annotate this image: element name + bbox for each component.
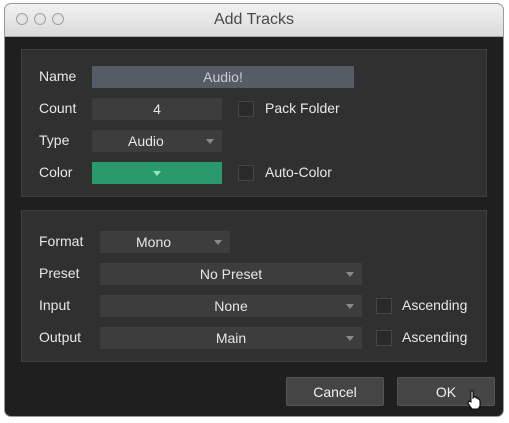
output-ascending-label: Ascending bbox=[402, 329, 468, 345]
count-input[interactable]: 4 bbox=[92, 98, 222, 120]
format-select[interactable]: Mono bbox=[100, 231, 230, 253]
chevron-down-icon bbox=[214, 240, 222, 245]
format-value: Mono bbox=[136, 234, 172, 250]
track-settings-panel: Name Audio! Count 4 Pack Folder Type Aud… bbox=[21, 49, 487, 197]
chevron-down-icon bbox=[346, 272, 354, 277]
color-picker[interactable] bbox=[92, 162, 222, 184]
input-value: None bbox=[214, 298, 248, 314]
output-select[interactable]: Main bbox=[100, 327, 362, 349]
output-value: Main bbox=[215, 330, 247, 346]
preset-select[interactable]: No Preset bbox=[100, 263, 362, 285]
chevron-down-icon bbox=[346, 304, 354, 309]
add-tracks-dialog: Add Tracks Name Audio! Count 4 Pack Fold… bbox=[5, 4, 503, 416]
type-select[interactable]: Audio bbox=[92, 130, 222, 152]
cancel-button[interactable]: Cancel bbox=[286, 377, 384, 406]
output-ascending-checkbox[interactable] bbox=[376, 330, 392, 346]
input-ascending-checkbox[interactable] bbox=[376, 298, 392, 314]
auto-color-label: Auto-Color bbox=[265, 164, 332, 180]
pack-folder-label: Pack Folder bbox=[265, 100, 340, 116]
chevron-down-icon bbox=[206, 139, 214, 144]
input-select[interactable]: None bbox=[100, 295, 362, 317]
preset-label: Preset bbox=[39, 265, 80, 281]
window-title: Add Tracks bbox=[213, 11, 295, 28]
chevron-down-icon bbox=[153, 171, 161, 176]
count-label: Count bbox=[39, 100, 77, 116]
format-label: Format bbox=[39, 233, 84, 249]
io-settings-panel: Format Mono Preset No Preset Input None … bbox=[21, 210, 487, 362]
input-label: Input bbox=[39, 297, 71, 313]
type-label: Type bbox=[39, 132, 70, 148]
auto-color-checkbox[interactable] bbox=[238, 165, 254, 181]
type-value: Audio bbox=[128, 133, 164, 149]
color-label: Color bbox=[39, 164, 73, 180]
pack-folder-checkbox[interactable] bbox=[238, 101, 254, 117]
hand-cursor-icon bbox=[467, 390, 481, 410]
name-label: Name bbox=[39, 68, 77, 84]
name-input[interactable]: Audio! bbox=[92, 66, 354, 88]
title-bar: Add Tracks bbox=[5, 4, 503, 37]
preset-value: No Preset bbox=[199, 266, 263, 282]
input-ascending-label: Ascending bbox=[402, 297, 468, 313]
chevron-down-icon bbox=[346, 336, 354, 341]
output-label: Output bbox=[39, 329, 82, 345]
